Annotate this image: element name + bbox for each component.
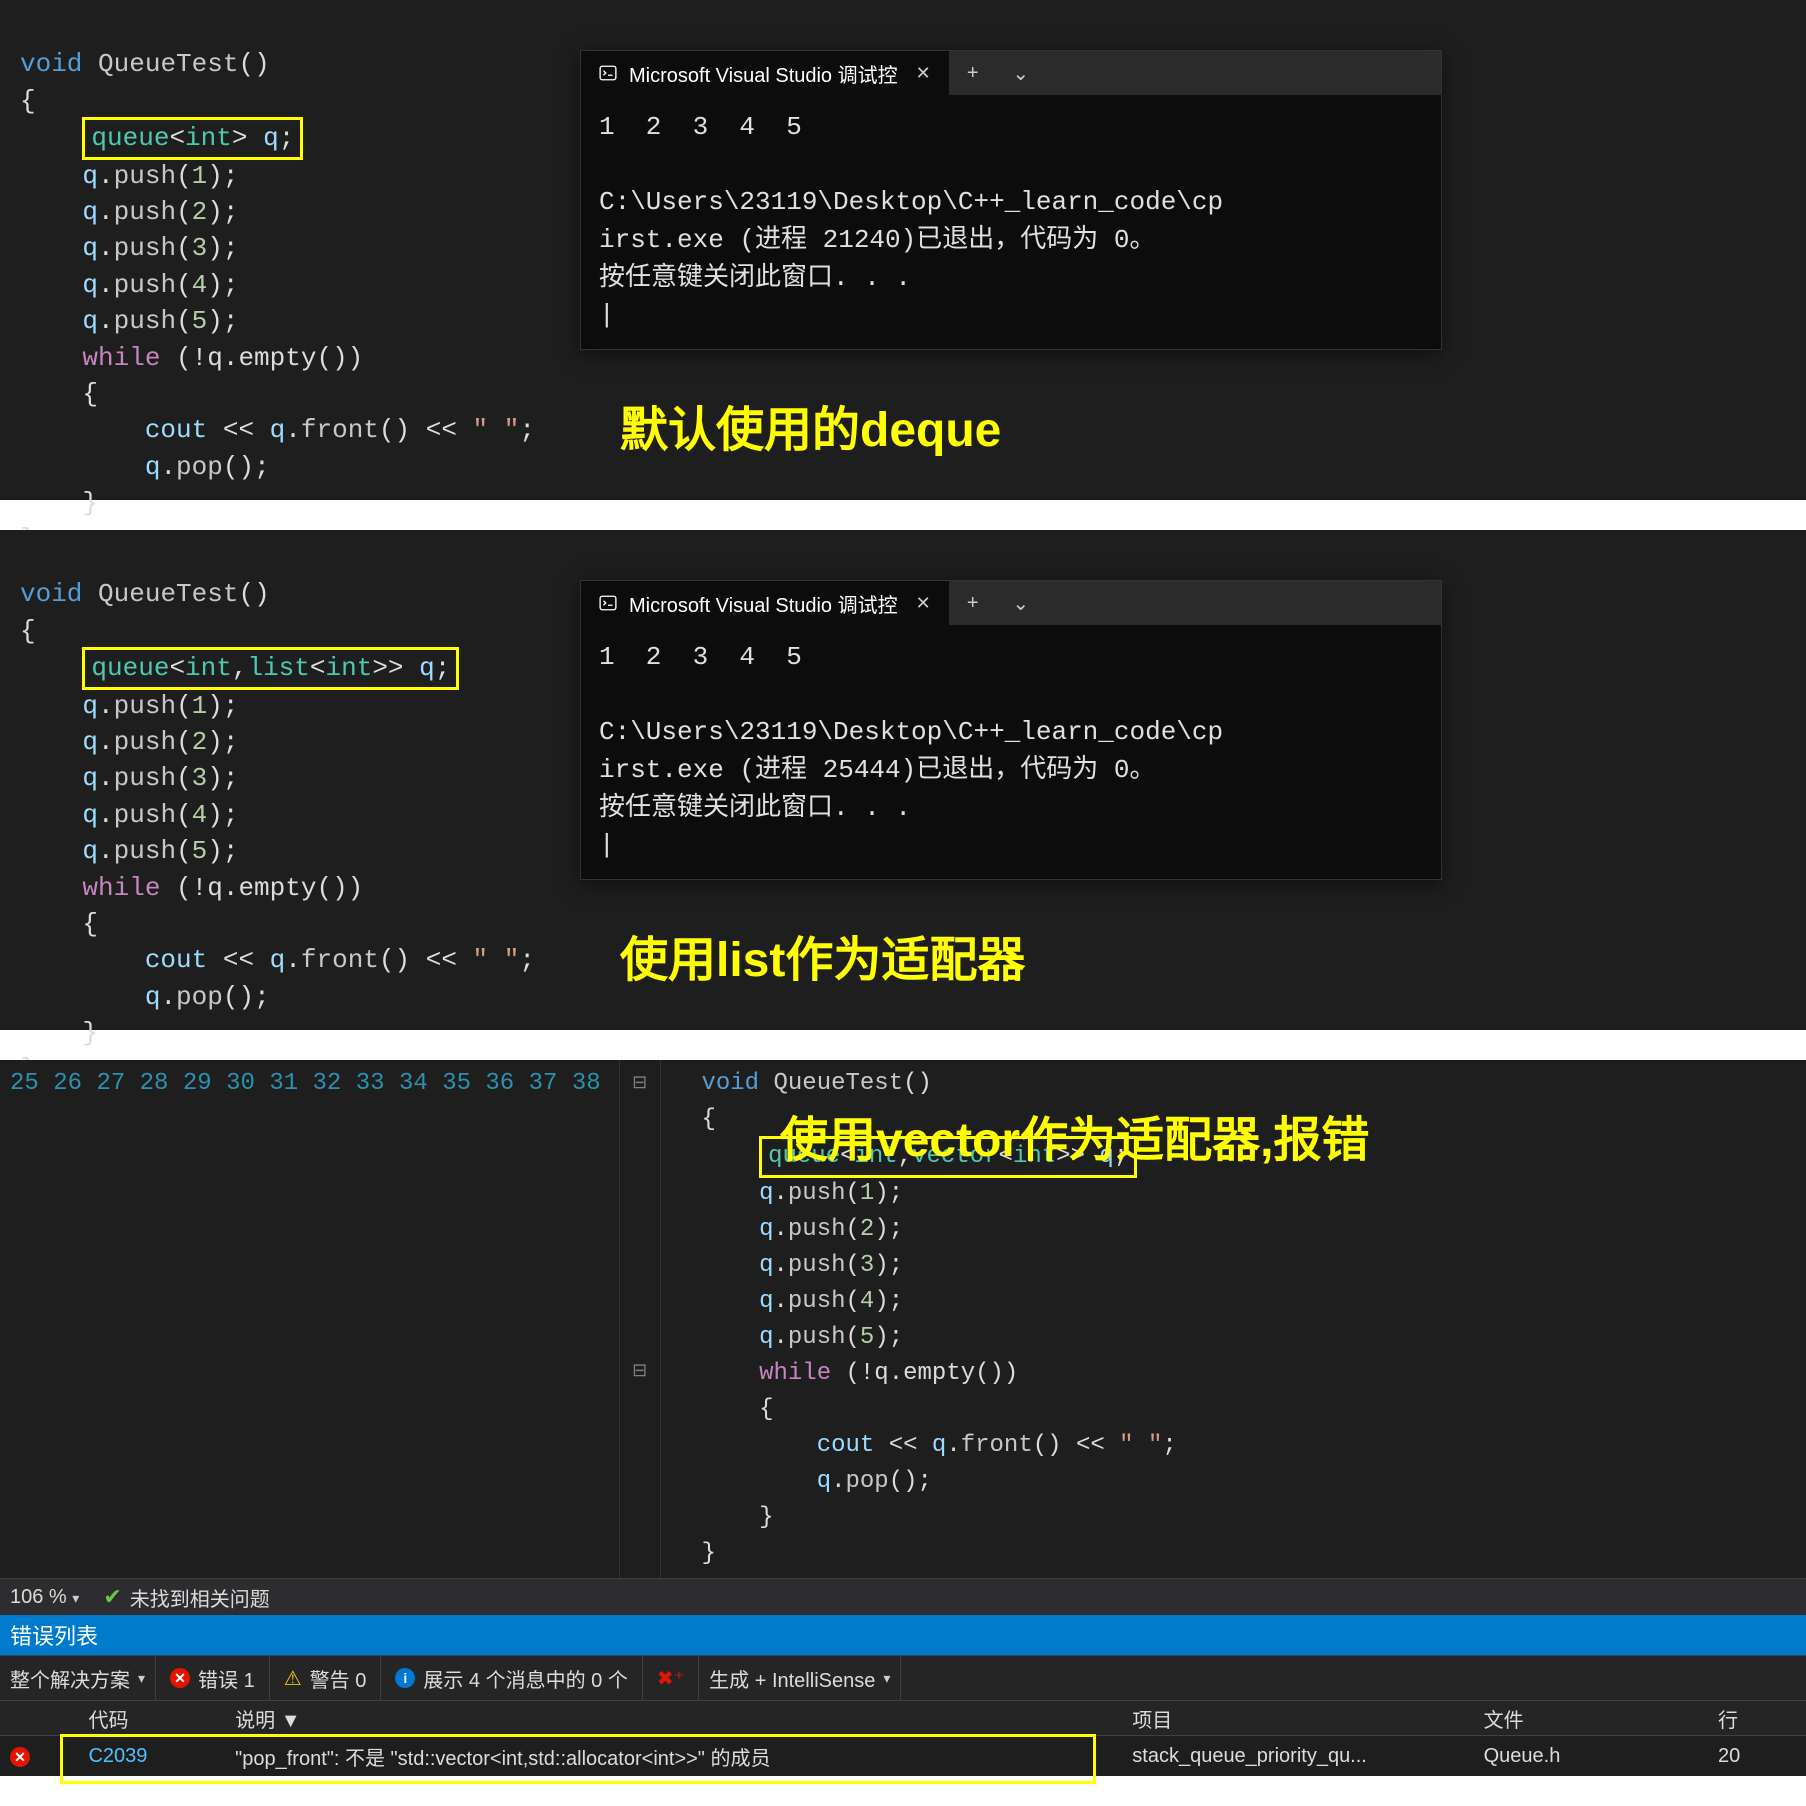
terminal-window-1[interactable]: Microsoft Visual Studio 调试控 ✕ + ⌄ 1 2 3 … — [580, 50, 1442, 350]
new-tab-button[interactable]: + — [949, 592, 997, 615]
col-header-code[interactable]: 代码 — [78, 1704, 225, 1733]
error-table: 代码 说明 ▼ 项目 文件 行 ✕ C2039 "pop_front": 不是 … — [0, 1701, 1806, 1776]
error-line: 20 — [1708, 1745, 1806, 1768]
terminal-titlebar[interactable]: Microsoft Visual Studio 调试控 ✕ + ⌄ — [581, 581, 1441, 625]
errors-filter[interactable]: ✕错误 1 — [156, 1656, 270, 1700]
terminal-icon — [599, 64, 617, 82]
keyword-void: void — [20, 49, 82, 79]
line-number-gutter: 25 26 27 28 29 30 31 32 33 34 35 36 37 3… — [0, 1060, 619, 1578]
close-icon[interactable]: ✕ — [916, 63, 931, 84]
terminal-tab-title: Microsoft Visual Studio 调试控 — [629, 589, 898, 618]
zoom-level[interactable]: 106 % ▾ — [0, 1586, 89, 1609]
error-list-title[interactable]: 错误列表 — [0, 1615, 1806, 1655]
warnings-filter[interactable]: ⚠警告 0 — [270, 1656, 382, 1700]
error-icon: ✕ — [10, 1747, 30, 1767]
messages-filter[interactable]: i展示 4 个消息中的 0 个 — [381, 1656, 642, 1700]
error-project: stack_queue_priority_qu... — [1122, 1745, 1473, 1768]
tab-dropdown-button[interactable]: ⌄ — [997, 591, 1045, 616]
clear-filter-button[interactable]: ✖⁺ — [643, 1656, 699, 1700]
solution-filter[interactable]: 整个解决方案▾ — [0, 1656, 156, 1700]
terminal-icon — [599, 594, 617, 612]
error-code-link[interactable]: C2039 — [88, 1745, 147, 1767]
status-text: 未找到相关问题 — [130, 1583, 270, 1612]
check-icon: ✔ — [103, 1584, 121, 1610]
terminal-titlebar[interactable]: Microsoft Visual Studio 调试控 ✕ + ⌄ — [581, 51, 1441, 95]
fn-name: QueueTest — [98, 49, 238, 79]
outline-column[interactable]: ⊟ ⊟ — [619, 1060, 661, 1578]
tab-dropdown-button[interactable]: ⌄ — [997, 61, 1045, 86]
col-header-file[interactable]: 文件 — [1474, 1704, 1708, 1733]
terminal-output[interactable]: 1 2 3 4 5 C:\Users\23119\Desktop\C++_lea… — [581, 95, 1441, 349]
col-header-line[interactable]: 行 — [1708, 1704, 1806, 1733]
terminal-tab[interactable]: Microsoft Visual Studio 调试控 ✕ — [581, 51, 949, 95]
fold-toggle[interactable]: ⊟ — [620, 1354, 660, 1390]
close-icon[interactable]: ✕ — [916, 593, 931, 614]
terminal-output[interactable]: 1 2 3 4 5 C:\Users\23119\Desktop\C++_lea… — [581, 625, 1441, 879]
error-file: Queue.h — [1474, 1745, 1708, 1768]
error-icon: ✕ — [170, 1668, 190, 1688]
terminal-window-2[interactable]: Microsoft Visual Studio 调试控 ✕ + ⌄ 1 2 3 … — [580, 580, 1442, 880]
caption-1: 默认使用的deque — [620, 390, 1001, 460]
col-header-desc[interactable]: 说明 ▼ — [225, 1704, 1122, 1733]
error-filter-bar: 整个解决方案▾ ✕错误 1 ⚠警告 0 i展示 4 个消息中的 0 个 ✖⁺ 生… — [0, 1655, 1806, 1701]
caption-3: 使用vector作为适配器,报错 — [780, 1100, 1369, 1170]
info-icon: i — [395, 1668, 415, 1688]
fold-toggle[interactable]: ⊟ — [620, 1066, 660, 1102]
keyword-while: while — [82, 343, 160, 373]
caption-2: 使用list作为适配器 — [620, 920, 1025, 990]
clear-icon: ✖⁺ — [657, 1666, 684, 1691]
ide-editor-3[interactable]: 25 26 27 28 29 30 31 32 33 34 35 36 37 3… — [0, 1060, 1806, 1776]
terminal-tab[interactable]: Microsoft Visual Studio 调试控 ✕ — [581, 581, 949, 625]
build-intellisense-filter[interactable]: 生成 + IntelliSense▾ — [699, 1656, 901, 1700]
error-table-header[interactable]: 代码 说明 ▼ 项目 文件 行 — [0, 1701, 1806, 1736]
status-bar: 106 % ▾ ✔ 未找到相关问题 — [0, 1578, 1806, 1615]
error-desc: "pop_front": 不是 "std::vector<int,std::al… — [225, 1742, 1122, 1771]
terminal-tab-title: Microsoft Visual Studio 调试控 — [629, 59, 898, 88]
warning-icon: ⚠ — [284, 1666, 302, 1691]
error-row[interactable]: ✕ C2039 "pop_front": 不是 "std::vector<int… — [0, 1736, 1806, 1776]
new-tab-button[interactable]: + — [949, 62, 997, 85]
highlight-box-1: queue<int> q; — [82, 117, 303, 159]
highlight-box-2: queue<int,list<int>> q; — [82, 647, 459, 689]
col-header-proj[interactable]: 项目 — [1122, 1704, 1473, 1733]
